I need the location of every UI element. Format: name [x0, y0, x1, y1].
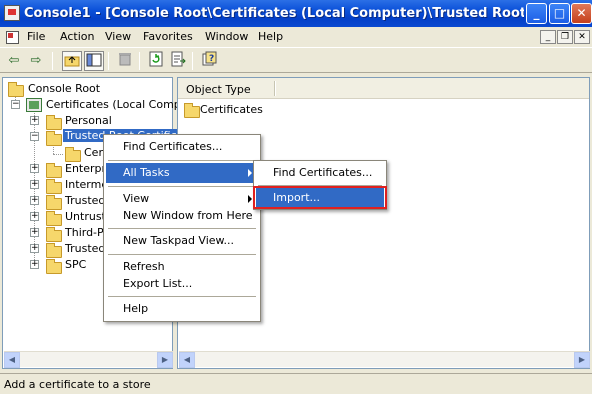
- menu-item-new-taskpad[interactable]: New Taskpad View...: [106, 231, 258, 251]
- tree-horizontal-scrollbar[interactable]: ◀ ▶: [4, 351, 173, 368]
- menu-item-label: View: [123, 192, 150, 205]
- window-title: Console1 - [Console Root\Certificates (L…: [24, 6, 524, 21]
- toolbar-separator: [139, 52, 140, 70]
- menu-item-label: All Tasks: [123, 166, 170, 179]
- folder-icon: [46, 115, 62, 130]
- close-button[interactable]: ✕: [571, 3, 592, 24]
- mdi-restore-button[interactable]: ❐: [557, 30, 573, 44]
- menu-item-label: Find Certificates...: [123, 140, 223, 153]
- folder-icon: [184, 103, 200, 118]
- submenu-arrow-icon: [248, 169, 252, 177]
- menu-item-label: New Window from Here: [123, 209, 253, 222]
- maximize-button[interactable]: □: [549, 3, 570, 24]
- show-hide-tree-icon[interactable]: [84, 51, 104, 71]
- menu-item-all-tasks[interactable]: All Tasks: [106, 163, 258, 183]
- delete-icon[interactable]: [115, 51, 135, 71]
- highlight-annotation-box: [253, 186, 387, 209]
- menu-item-label: Find Certificates...: [273, 166, 373, 179]
- tree-item-certificates[interactable]: Certificates (Local Comput: [46, 98, 192, 111]
- tree-item-trusted-people[interactable]: Trusted: [65, 242, 105, 255]
- status-text: Add a certificate to a store: [4, 378, 151, 391]
- folder-icon: [46, 211, 62, 226]
- open-folder-icon: [46, 131, 62, 146]
- column-header-object-type[interactable]: Object Type: [178, 78, 589, 99]
- mdi-close-button[interactable]: ✕: [574, 30, 590, 44]
- minimize-button[interactable]: _: [526, 3, 547, 24]
- tree-item-console-root[interactable]: Console Root: [28, 82, 100, 95]
- expand-icon[interactable]: +: [30, 260, 39, 269]
- menu-file[interactable]: File: [27, 30, 45, 43]
- toolbar-separator: [192, 52, 193, 70]
- menu-item-new-window[interactable]: New Window from Here: [106, 206, 258, 226]
- tree-item-intermediate[interactable]: Interme: [65, 178, 108, 191]
- menu-item-label: Export List...: [123, 277, 193, 290]
- title-bar: Console1 - [Console Root\Certificates (L…: [0, 0, 592, 27]
- expand-icon[interactable]: +: [30, 228, 39, 237]
- scroll-left-icon[interactable]: ◀: [4, 352, 20, 368]
- mdi-minimize-button[interactable]: _: [540, 30, 556, 44]
- menu-item-label: Refresh: [123, 260, 165, 273]
- folder-icon: [65, 147, 81, 162]
- collapse-icon[interactable]: −: [30, 132, 39, 141]
- certificates-snapin-icon: [26, 98, 42, 112]
- status-bar: Add a certificate to a store: [0, 373, 592, 394]
- menu-separator: [108, 160, 256, 161]
- expand-icon[interactable]: +: [30, 116, 39, 125]
- submenu-arrow-icon: [248, 195, 252, 203]
- menu-item-find-certificates[interactable]: Find Certificates...: [106, 137, 258, 157]
- menu-view[interactable]: View: [105, 30, 131, 43]
- tree-line: [53, 154, 63, 155]
- tree-item-personal[interactable]: Personal: [65, 114, 112, 127]
- forward-arrow-icon[interactable]: ⇨: [26, 51, 46, 71]
- list-item-certificates[interactable]: Certificates: [200, 103, 263, 116]
- refresh-icon[interactable]: [146, 51, 166, 71]
- column-header-label: Object Type: [186, 83, 251, 96]
- scroll-left-icon[interactable]: ◀: [179, 352, 195, 368]
- folder-icon: [8, 82, 24, 97]
- console-window-icon[interactable]: [4, 29, 20, 45]
- svg-text:?: ?: [209, 54, 214, 64]
- menu-window[interactable]: Window: [205, 30, 248, 43]
- folder-icon: [46, 227, 62, 242]
- menu-item-label: Help: [123, 302, 149, 315]
- submenu-item-find-certificates[interactable]: Find Certificates...: [256, 163, 384, 183]
- mmc-app-icon[interactable]: [4, 5, 20, 21]
- export-list-icon[interactable]: [168, 51, 188, 71]
- menu-separator: [108, 254, 256, 255]
- scroll-right-icon[interactable]: ▶: [157, 352, 173, 368]
- expand-icon[interactable]: +: [30, 244, 39, 253]
- tree-item-spc[interactable]: SPC: [65, 258, 86, 271]
- tree-item-trusted-publishers[interactable]: Trusted: [65, 194, 105, 207]
- expand-icon[interactable]: +: [30, 180, 39, 189]
- toolbar-separator: [52, 52, 53, 70]
- expand-icon[interactable]: +: [30, 212, 39, 221]
- menu-separator: [108, 228, 256, 229]
- expand-icon[interactable]: +: [30, 196, 39, 205]
- collapse-icon[interactable]: −: [11, 100, 20, 109]
- menu-favorites[interactable]: Favorites: [143, 30, 193, 43]
- back-arrow-icon[interactable]: ⇦: [4, 51, 24, 71]
- list-horizontal-scrollbar[interactable]: ◀ ▶: [179, 351, 590, 368]
- folder-icon: [46, 179, 62, 194]
- column-divider[interactable]: [274, 81, 276, 96]
- toolbar-separator: [108, 52, 109, 70]
- context-menu: Find Certificates... All Tasks View New …: [103, 134, 261, 322]
- toolbar: ⇦ ⇨ ?: [0, 47, 592, 73]
- folder-icon: [46, 259, 62, 274]
- folder-icon: [46, 195, 62, 210]
- scroll-right-icon[interactable]: ▶: [574, 352, 590, 368]
- menu-action[interactable]: Action: [60, 30, 94, 43]
- help-icon[interactable]: ?: [199, 51, 219, 71]
- menu-bar: File Action View Favorites Window Help _…: [0, 27, 592, 47]
- menu-separator: [108, 186, 256, 187]
- folder-icon: [46, 243, 62, 258]
- folder-icon: [46, 163, 62, 178]
- expand-icon[interactable]: +: [30, 164, 39, 173]
- menu-help[interactable]: Help: [258, 30, 283, 43]
- menu-separator: [108, 296, 256, 297]
- menu-item-export-list[interactable]: Export List...: [106, 274, 258, 294]
- up-folder-icon[interactable]: [62, 51, 82, 71]
- menu-item-help[interactable]: Help: [106, 299, 258, 319]
- menu-item-label: New Taskpad View...: [123, 234, 235, 247]
